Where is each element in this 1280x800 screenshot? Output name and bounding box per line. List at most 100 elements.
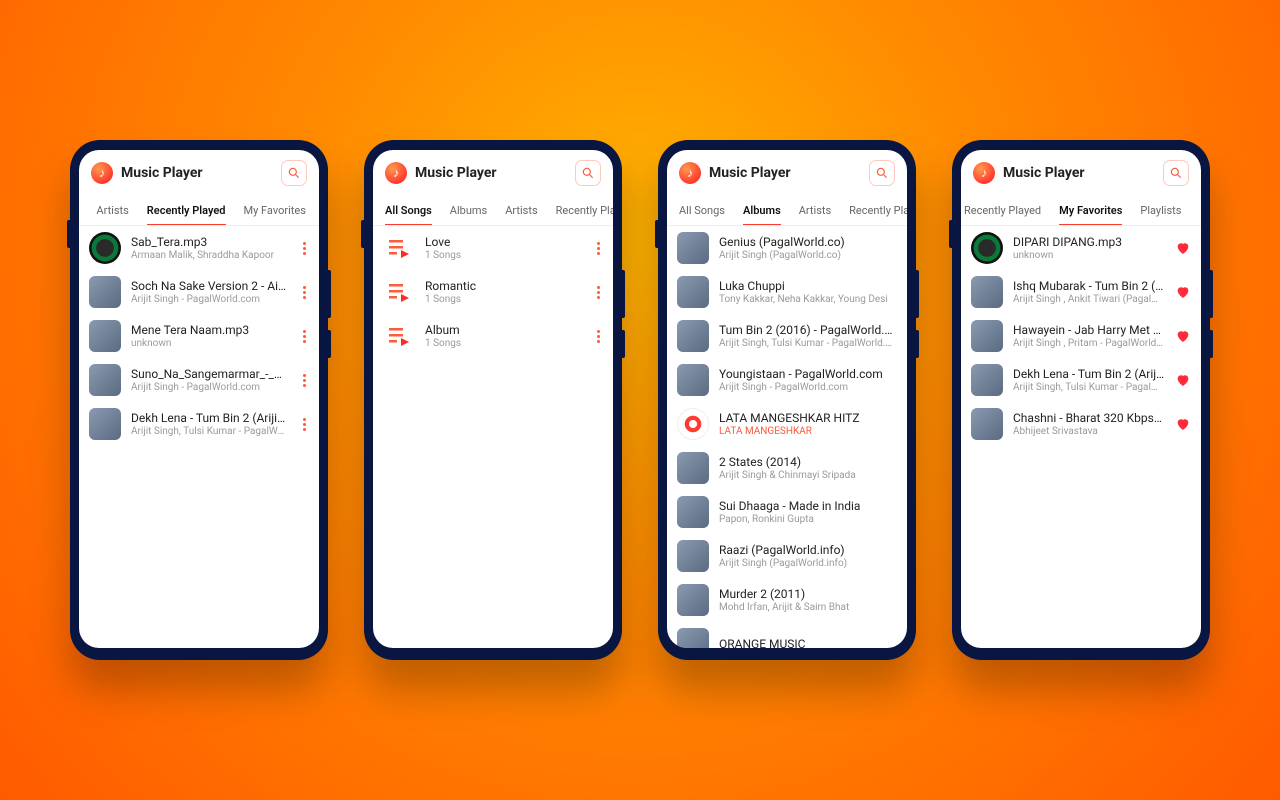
tabs-bar[interactable]: ums Artists Recently Played My Favorites xyxy=(79,194,319,226)
list-item[interactable]: Mene Tera Naam.mp3unknown xyxy=(79,314,319,358)
thumbnail xyxy=(677,408,709,440)
item-title: Suno_Na_Sangemarmar_-_Pag... xyxy=(131,367,289,381)
item-subtitle: Papon, Ronkini Gupta xyxy=(719,514,897,525)
thumbnail xyxy=(677,496,709,528)
more-button[interactable] xyxy=(299,374,309,387)
tabs-bar[interactable]: All Songs Albums Artists Recently Playe xyxy=(373,194,613,226)
tab-recently-played[interactable]: Recently Played xyxy=(147,198,226,225)
item-title: Sab_Tera.mp3 xyxy=(131,235,289,249)
list-item[interactable]: Luka ChuppiTony Kakkar, Neha Kakkar, You… xyxy=(667,270,907,314)
app-title: Music Player xyxy=(415,165,575,181)
item-title: Genius (PagalWorld.co) xyxy=(719,235,897,249)
list-item[interactable]: ORANGE MUSIC xyxy=(667,622,907,648)
heart-icon[interactable] xyxy=(1175,284,1191,300)
thumbnail xyxy=(971,320,1003,352)
item-title: Romantic xyxy=(425,279,583,293)
app-header: Music Player xyxy=(373,150,613,194)
list-item[interactable]: Ishq Mubarak - Tum Bin 2 (Arijit Si...Ar… xyxy=(961,270,1201,314)
tab-artists[interactable]: Artists xyxy=(799,198,831,225)
heart-icon[interactable] xyxy=(1175,240,1191,256)
list-item[interactable]: Tum Bin 2 (2016) - PagalWorld.comArijit … xyxy=(667,314,907,358)
list-item[interactable]: Youngistaan - PagalWorld.comArijit Singh… xyxy=(667,358,907,402)
heart-icon[interactable] xyxy=(1175,372,1191,388)
item-title: Chashni - Bharat 320 Kbps.mp3 xyxy=(1013,411,1165,425)
more-button[interactable] xyxy=(299,330,309,343)
list-item[interactable]: Album1 Songs xyxy=(373,314,613,358)
search-button[interactable] xyxy=(281,160,307,186)
list-item[interactable]: Dekh Lena - Tum Bin 2 (Arijit Sing...Ari… xyxy=(961,358,1201,402)
tab-recently-played[interactable]: Recently Played xyxy=(964,198,1041,225)
tabs-bar[interactable]: All Songs Albums Artists Recently Playe xyxy=(667,194,907,226)
thumbnail xyxy=(971,232,1003,264)
item-subtitle: Abhijeet Srivastava xyxy=(1013,426,1165,437)
list-item[interactable]: DIPARI DIPANG.mp3unknown xyxy=(961,226,1201,270)
item-subtitle: 1 Songs xyxy=(425,294,583,305)
list-item[interactable]: Dekh Lena - Tum Bin 2 (Arijit Sing...Ari… xyxy=(79,402,319,446)
thumbnail xyxy=(89,232,121,264)
thumbnail xyxy=(677,584,709,616)
more-button[interactable] xyxy=(299,242,309,255)
list-item[interactable]: Sui Dhaaga - Made in IndiaPapon, Ronkini… xyxy=(667,490,907,534)
item-title: Hawayein - Jab Harry Met Sejal (... xyxy=(1013,323,1165,337)
list-item[interactable]: Murder 2 (2011)Mohd Irfan, Arijit & Saim… xyxy=(667,578,907,622)
list-item[interactable]: Romantic1 Songs xyxy=(373,270,613,314)
search-icon xyxy=(287,166,301,180)
list-item[interactable]: Genius (PagalWorld.co)Arijit Singh (Paga… xyxy=(667,226,907,270)
list-item[interactable]: Love1 Songs xyxy=(373,226,613,270)
list-item[interactable]: Soch Na Sake Version 2 - Airlift (A...Ar… xyxy=(79,270,319,314)
tab-artists[interactable]: Artists xyxy=(505,198,537,225)
list-item[interactable]: Suno_Na_Sangemarmar_-_Pag...Arijit Singh… xyxy=(79,358,319,402)
app-logo-icon xyxy=(973,162,995,184)
tab-my-favorites[interactable]: My Favorites xyxy=(1059,198,1122,225)
item-subtitle: unknown xyxy=(1013,250,1165,261)
app-header: Music Player xyxy=(79,150,319,194)
item-subtitle: LATA MANGESHKAR xyxy=(719,426,897,437)
app-header: Music Player xyxy=(667,150,907,194)
list-item[interactable]: LATA MANGESHKAR HITZLATA MANGESHKAR xyxy=(667,402,907,446)
item-title: Dekh Lena - Tum Bin 2 (Arijit Sing... xyxy=(1013,367,1165,381)
search-button[interactable] xyxy=(1163,160,1189,186)
tab-albums[interactable]: Albums xyxy=(743,198,781,225)
more-button[interactable] xyxy=(593,286,603,299)
tab-recently-played[interactable]: Recently Playe xyxy=(849,198,907,225)
tab-artists[interactable]: Artists xyxy=(96,198,128,225)
album-list[interactable]: Genius (PagalWorld.co)Arijit Singh (Paga… xyxy=(667,226,907,648)
phone-all-songs: Music Player All Songs Albums Artists Re… xyxy=(364,140,622,660)
list-item[interactable]: Chashni - Bharat 320 Kbps.mp3Abhijeet Sr… xyxy=(961,402,1201,446)
heart-icon[interactable] xyxy=(1175,416,1191,432)
thumbnail xyxy=(89,364,121,396)
list-item[interactable]: Raazi (PagalWorld.info)Arijit Singh (Pag… xyxy=(667,534,907,578)
thumbnail xyxy=(89,276,121,308)
more-button[interactable] xyxy=(593,242,603,255)
search-button[interactable] xyxy=(575,160,601,186)
list-item[interactable]: 2 States (2014)Arijit Singh & Chinmayi S… xyxy=(667,446,907,490)
favorites-list[interactable]: DIPARI DIPANG.mp3unknownIshq Mubarak - T… xyxy=(961,226,1201,648)
tab-my-favorites[interactable]: My Favorites xyxy=(244,198,306,225)
tab-all-songs[interactable]: All Songs xyxy=(385,198,432,225)
tab-recently-played[interactable]: Recently Playe xyxy=(556,198,613,225)
song-list[interactable]: Sab_Tera.mp3Armaan Malik, Shraddha Kapoo… xyxy=(79,226,319,648)
thumbnail xyxy=(677,540,709,572)
heart-icon[interactable] xyxy=(1175,328,1191,344)
item-subtitle: Arijit Singh , Pritam - PagalWorld.com xyxy=(1013,338,1165,349)
playlist-list[interactable]: Love1 SongsRomantic1 SongsAlbum1 Songs xyxy=(373,226,613,648)
item-title: Mene Tera Naam.mp3 xyxy=(131,323,289,337)
playlist-icon xyxy=(383,232,415,264)
more-button[interactable] xyxy=(593,330,603,343)
item-title: 2 States (2014) xyxy=(719,455,897,469)
more-button[interactable] xyxy=(299,286,309,299)
tabs-bar[interactable]: sts Recently Played My Favorites Playlis… xyxy=(961,194,1201,226)
item-title: Murder 2 (2011) xyxy=(719,587,897,601)
tab-albums[interactable]: Albums xyxy=(450,198,487,225)
item-subtitle: Arijit Singh, Tulsi Kumar - PagalWorld.c… xyxy=(1013,382,1165,393)
app-title: Music Player xyxy=(121,165,281,181)
list-item[interactable]: Hawayein - Jab Harry Met Sejal (...Ariji… xyxy=(961,314,1201,358)
app-header: Music Player xyxy=(961,150,1201,194)
thumbnail xyxy=(677,232,709,264)
more-button[interactable] xyxy=(299,418,309,431)
tab-playlists[interactable]: Playlists xyxy=(1140,198,1181,225)
tab-all-songs[interactable]: All Songs xyxy=(679,198,725,225)
app-title: Music Player xyxy=(709,165,869,181)
list-item[interactable]: Sab_Tera.mp3Armaan Malik, Shraddha Kapoo… xyxy=(79,226,319,270)
search-button[interactable] xyxy=(869,160,895,186)
